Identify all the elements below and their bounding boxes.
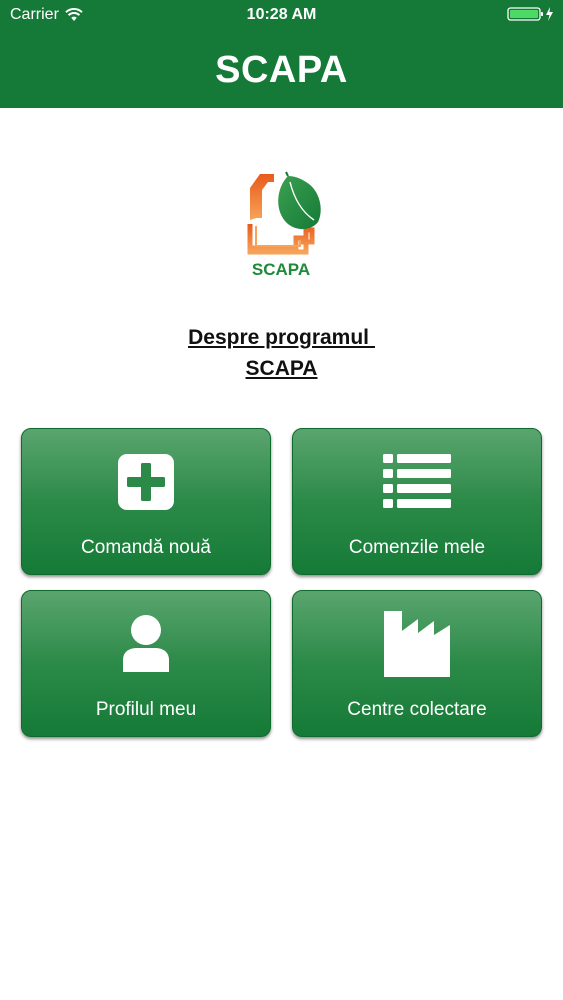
about-program-link[interactable]: Despre programul SCAPA [0, 322, 563, 384]
my-orders-label: Comenzile mele [348, 537, 486, 558]
tile-icon-wrap [22, 613, 270, 675]
new-order-label: Comandă nouă [81, 537, 211, 558]
tile-icon-wrap [293, 451, 541, 513]
list-icon [383, 454, 451, 508]
my-profile-label: Profilul meu [95, 699, 197, 720]
user-icon [123, 615, 169, 672]
about-link-line2: SCAPA [245, 357, 318, 380]
collection-centers-label: Centre colectare [347, 699, 487, 720]
status-battery [507, 6, 555, 22]
scapa-logo: SCAPA [236, 168, 326, 283]
status-time: 10:28 AM [246, 6, 317, 23]
collection-centers-button[interactable]: Centre colectare [292, 590, 542, 737]
nav-title: SCAPA [215, 48, 348, 91]
status-bar: Carrier 10:28 AM [0, 0, 563, 30]
factory-icon [384, 611, 450, 677]
tile-icon-wrap [22, 451, 270, 513]
about-link-line1: Despre programul [188, 326, 375, 349]
tile-icon-wrap [293, 611, 541, 677]
my-orders-button[interactable]: Comenzile mele [292, 428, 542, 575]
my-profile-button[interactable]: Profilul meu [21, 590, 271, 737]
new-order-button[interactable]: Comandă nouă [21, 428, 271, 575]
plus-square-icon [118, 454, 174, 510]
logo-text: SCAPA [251, 260, 311, 279]
nav-bar: SCAPA [0, 30, 563, 108]
battery-charging-icon [507, 7, 553, 21]
